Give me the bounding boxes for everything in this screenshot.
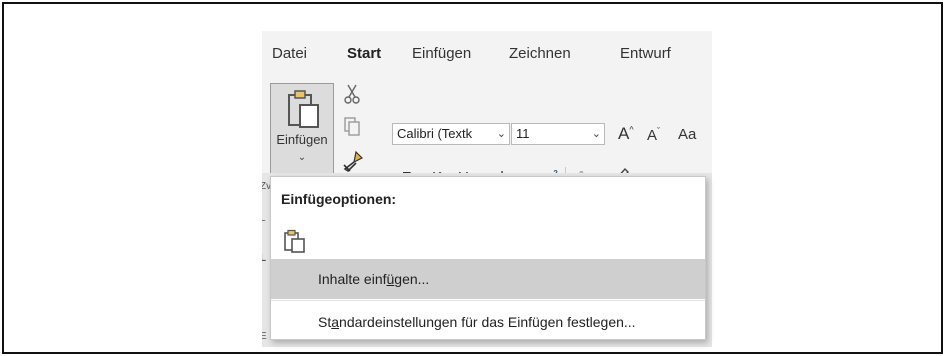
font-size-select[interactable]: 11 ⌄ xyxy=(511,123,605,145)
copy-icon[interactable] xyxy=(342,116,362,138)
font-family-select[interactable]: Calibri (Textk ⌄ xyxy=(392,123,510,145)
grow-font-label: A xyxy=(618,124,630,143)
tab-datei[interactable]: Datei xyxy=(272,45,307,62)
clipboard-icon xyxy=(288,90,319,128)
chevron-down-icon: ⌄ xyxy=(496,128,506,140)
side-label: L xyxy=(262,253,267,264)
set-default-paste-accelerator: a xyxy=(331,314,340,330)
shrink-font-label: A xyxy=(647,127,658,144)
set-default-paste-text: St xyxy=(318,314,332,330)
paste-special-text: Inhalte einf xyxy=(318,271,387,287)
set-default-paste-text-end: ndardeinstellungen für das Einfügen fest… xyxy=(339,314,636,330)
paste-special-text-end: gen... xyxy=(394,271,430,287)
side-label: E xyxy=(262,331,267,342)
cut-icon[interactable] xyxy=(342,83,362,105)
tab-einfuegen[interactable]: Einfügen xyxy=(412,45,471,62)
tab-entwurf[interactable]: Entwurf xyxy=(620,45,671,62)
tab-zeichnen[interactable]: Zeichnen xyxy=(509,45,571,62)
format-painter-icon[interactable] xyxy=(342,149,364,173)
menu-divider xyxy=(271,300,705,301)
change-case-button[interactable]: Aa xyxy=(678,126,696,143)
ribbon: Einfügen ⌄ Calibri (Textk ⌄ 11 ⌄ A^ Aˇ A… xyxy=(262,63,712,189)
paste-options-menu: Einfügeoptionen: Inhalte einfügen... Sta… xyxy=(270,176,706,340)
shrink-font-mark: ˇ xyxy=(657,126,661,136)
tab-start[interactable]: Start xyxy=(347,45,381,62)
shrink-font-button[interactable]: Aˇ xyxy=(647,126,660,144)
grow-font-button[interactable]: A^ xyxy=(618,124,634,144)
font-size-value: 11 xyxy=(516,126,530,141)
paste-button-label: Einfügen xyxy=(276,132,328,147)
grow-font-mark: ^ xyxy=(629,124,634,135)
paste-options-heading: Einfügeoptionen: xyxy=(281,191,397,207)
chevron-down-icon: ⌄ xyxy=(297,152,307,163)
keep-source-formatting-icon[interactable] xyxy=(283,229,307,253)
side-label: L xyxy=(262,213,266,224)
paste-button[interactable]: Einfügen ⌄ xyxy=(270,83,334,177)
font-family-value: Calibri (Textk xyxy=(397,126,473,141)
set-default-paste-item[interactable]: Standardeinstellungen für das Einfügen f… xyxy=(271,302,705,342)
ribbon-tab-bar: Datei Start Einfügen Zeichnen Entwurf xyxy=(262,31,712,63)
chevron-down-icon: ⌄ xyxy=(591,128,601,140)
paste-special-item[interactable]: Inhalte einfügen... xyxy=(271,259,705,299)
